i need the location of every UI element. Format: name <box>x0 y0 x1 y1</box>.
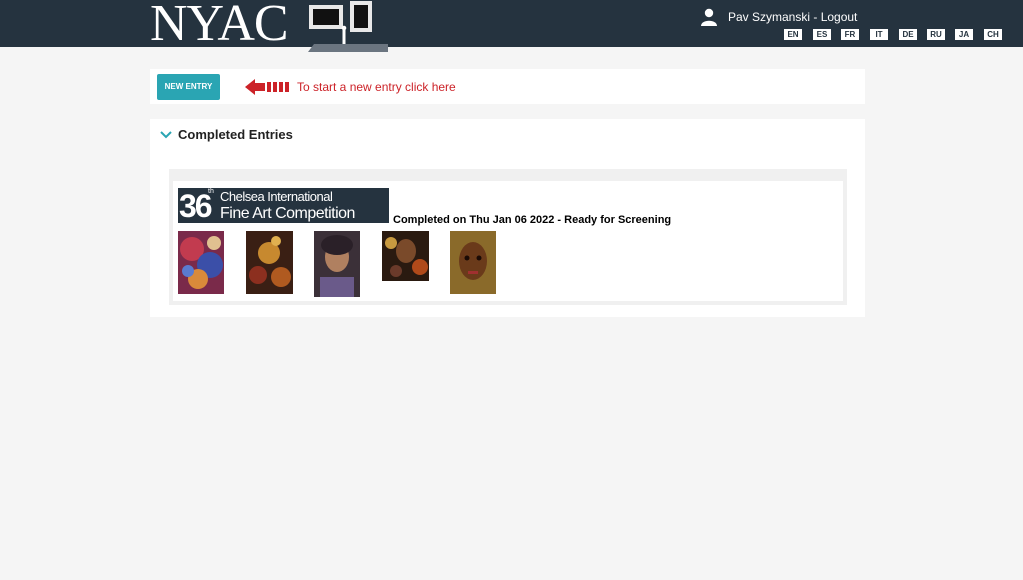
artwork-thumbnail[interactable] <box>314 231 360 297</box>
entry-card: 36 th Chelsea International Fine Art Com… <box>169 169 847 305</box>
section-title: Completed Entries <box>178 127 293 142</box>
artwork-thumbnail[interactable] <box>382 231 429 281</box>
artwork-thumbnail[interactable] <box>450 231 496 294</box>
lang-es[interactable]: ES <box>813 29 831 40</box>
lang-en[interactable]: EN <box>784 29 802 40</box>
artwork-thumbnail[interactable] <box>246 231 293 294</box>
nyac-logo[interactable]: NYAC <box>150 0 400 52</box>
entry-status: Completed on Thu Jan 06 2022 - Ready for… <box>393 214 672 226</box>
entry-card-body: 36 th Chelsea International Fine Art Com… <box>173 181 843 301</box>
lang-ja[interactable]: JA <box>955 29 973 40</box>
new-entry-hint: To start a new entry click here <box>297 80 456 94</box>
completed-entries-panel: Completed Entries 36 th Chelsea Internat… <box>150 119 865 317</box>
banner-line-1: Chelsea International <box>220 189 333 204</box>
competition-banner: 36 th Chelsea International Fine Art Com… <box>178 188 389 223</box>
logo-text: NYAC <box>150 0 289 52</box>
chevron-down-icon[interactable] <box>160 130 172 139</box>
banner-number: 36 <box>179 188 213 224</box>
banner-line-2: Fine Art Competition <box>220 205 355 222</box>
lang-it[interactable]: IT <box>870 29 888 40</box>
arrow-left-icon <box>245 79 289 95</box>
lang-ch[interactable]: CH <box>984 29 1002 40</box>
gallery-frames-icon <box>308 1 388 52</box>
top-header: NYAC Pav Szymanski - Logout EN ES FR IT … <box>0 0 1023 52</box>
user-logout-link[interactable]: Pav Szymanski - Logout <box>728 10 857 24</box>
user-icon <box>701 8 717 26</box>
lang-ru[interactable]: RU <box>927 29 945 40</box>
lang-de[interactable]: DE <box>899 29 917 40</box>
new-entry-button[interactable]: NEW ENTRY <box>157 74 220 100</box>
artwork-thumbnail[interactable] <box>178 231 224 294</box>
banner-suffix: th <box>208 188 214 195</box>
new-entry-panel: NEW ENTRY To start a new entry click her… <box>150 69 865 104</box>
lang-fr[interactable]: FR <box>841 29 859 40</box>
